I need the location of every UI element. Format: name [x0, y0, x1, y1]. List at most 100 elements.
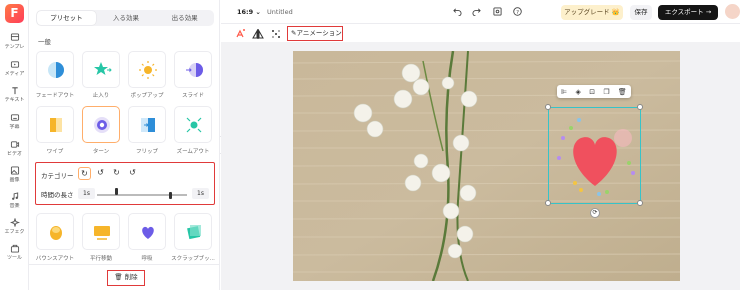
screenshot-icon[interactable]: [493, 7, 502, 16]
duration-end-value[interactable]: 1s: [192, 188, 209, 199]
export-button[interactable]: エクスポート →: [658, 5, 718, 20]
delete-icon[interactable]: 🗑: [618, 88, 627, 96]
section-title: 一般: [38, 38, 51, 46]
rail-item-label: 字幕: [9, 124, 20, 130]
preset-tile[interactable]: [36, 213, 74, 250]
preset-tile[interactable]: [174, 51, 212, 88]
rail-item-label: メディア: [4, 71, 25, 77]
preset-tile[interactable]: [128, 51, 166, 88]
transparency-icon[interactable]: [270, 28, 282, 40]
preset-tile[interactable]: [128, 106, 166, 143]
direction-ccw-button[interactable]: ↺: [94, 167, 107, 180]
preset-tile[interactable]: [36, 51, 74, 88]
delete-label: 削除: [124, 273, 138, 281]
heart-sticker: [557, 118, 635, 196]
lock-icon[interactable]: ⊡: [589, 88, 595, 96]
flip-icon: [141, 118, 155, 132]
app-logo[interactable]: F: [5, 4, 24, 23]
rail-item-video[interactable]: ビデオ: [0, 140, 29, 157]
panel-tabs: プリセット 入る効果 出る効果: [36, 10, 214, 26]
avatar[interactable]: [725, 4, 740, 19]
aspect-ratio-selector[interactable]: 16:9 ⌄: [237, 8, 261, 16]
slide-icon: [186, 63, 203, 77]
resize-handle-bl[interactable]: [545, 200, 551, 206]
preset-tile[interactable]: [82, 51, 120, 88]
tab-exit-effect[interactable]: 出る効果: [155, 10, 214, 26]
rail-item-label: ツール: [6, 255, 22, 261]
star-icon: [94, 62, 112, 75]
layers-icon[interactable]: ◈: [576, 88, 581, 96]
align-icon[interactable]: ⊫: [561, 88, 567, 96]
tab-enter-effect[interactable]: 入る効果: [97, 10, 156, 26]
preset-label: 呼吸: [141, 256, 153, 262]
turn-icon: [94, 117, 110, 133]
popup-icon: [139, 61, 157, 79]
left-rail: F テンプレメディアテキスト字幕ビデオ画像音楽エフェクツール: [0, 0, 29, 290]
preset-label: スクラップブッ...: [171, 256, 215, 262]
rail-item-label: 音楽: [9, 203, 20, 209]
animation-button[interactable]: ✎アニメーション: [287, 26, 343, 41]
resize-handle-br[interactable]: [637, 200, 643, 206]
media-icon: [10, 61, 19, 68]
selected-element[interactable]: [545, 104, 643, 206]
help-icon[interactable]: ?: [513, 7, 522, 16]
rail-item-effect[interactable]: エフェク: [0, 218, 29, 235]
wipe-icon: [50, 118, 62, 132]
animation-label: アニメーション: [296, 29, 342, 37]
direction-cw-button[interactable]: ↻: [78, 167, 91, 180]
preset-tile[interactable]: [82, 213, 120, 250]
video-icon: [10, 141, 19, 148]
subtitle-icon: [10, 114, 19, 121]
preset-tile[interactable]: [128, 213, 166, 250]
slider-start-handle[interactable]: [115, 188, 118, 195]
preset-tile[interactable]: [82, 106, 120, 143]
rail-item-template[interactable]: テンプレ: [0, 33, 29, 50]
rail-item-music[interactable]: 音楽: [0, 192, 29, 209]
resize-handle-tl[interactable]: [545, 104, 551, 110]
slider-end-handle[interactable]: [169, 192, 172, 199]
preset-label: バウンスアウト: [35, 256, 75, 262]
preset-label: 止入り: [92, 93, 110, 99]
save-button[interactable]: 保存: [630, 5, 652, 20]
rail-item-tools[interactable]: ツール: [0, 244, 29, 261]
rail-item-text[interactable]: テキスト: [0, 86, 29, 103]
rail-item-media[interactable]: メディア: [0, 60, 29, 77]
preset-tile[interactable]: [36, 106, 74, 143]
fade-icon: [48, 62, 64, 78]
preset-label: ワイプ: [46, 149, 64, 155]
redo-icon[interactable]: [472, 7, 481, 16]
rotate-handle[interactable]: ⟳: [590, 208, 600, 218]
preset-label: フリップ: [135, 149, 158, 155]
direction-cw2-button[interactable]: ↻: [110, 167, 123, 180]
trash-icon: 🗑: [114, 273, 123, 281]
upgrade-button[interactable]: アップグレード 👑: [561, 5, 623, 20]
rail-item-label: テキスト: [4, 97, 25, 103]
template-icon: [10, 33, 19, 41]
panel-divider: [29, 264, 220, 265]
rail-item-label: エフェク: [4, 229, 25, 235]
preset-label: ポップアップ: [130, 93, 164, 99]
resize-handle-tr[interactable]: [637, 104, 643, 110]
undo-icon[interactable]: [453, 7, 462, 16]
ai-magic-icon[interactable]: [234, 28, 246, 40]
flip-icon[interactable]: [252, 28, 264, 40]
preset-tile[interactable]: [174, 106, 212, 143]
document-title[interactable]: Untitled: [267, 8, 293, 16]
translate-icon: [94, 226, 110, 240]
duration-start-value[interactable]: 1s: [78, 188, 95, 199]
rail-item-subtitle[interactable]: 字幕: [0, 113, 29, 130]
delete-animation-button[interactable]: 🗑 削除: [107, 270, 145, 286]
direction-ccw2-button[interactable]: ↺: [126, 167, 139, 180]
rail-item-image[interactable]: 画像: [0, 166, 29, 183]
zoom-out-icon: [186, 117, 202, 133]
animation-settings: カテゴリー ↻ ↺ ↻ ↺ 時間の長さ 1s 1s: [35, 162, 215, 205]
app-window: F テンプレメディアテキスト字幕ビデオ画像音楽エフェクツール プリセット 入る効…: [0, 0, 740, 290]
breath-icon: [142, 226, 154, 239]
duration-slider[interactable]: [97, 194, 187, 196]
music-icon: [11, 192, 18, 200]
preset-tile[interactable]: [174, 213, 212, 250]
duplicate-icon[interactable]: ❐: [603, 88, 609, 96]
tab-presets[interactable]: プリセット: [37, 11, 96, 25]
effect-icon: [9, 218, 20, 227]
text-icon: [11, 87, 18, 95]
